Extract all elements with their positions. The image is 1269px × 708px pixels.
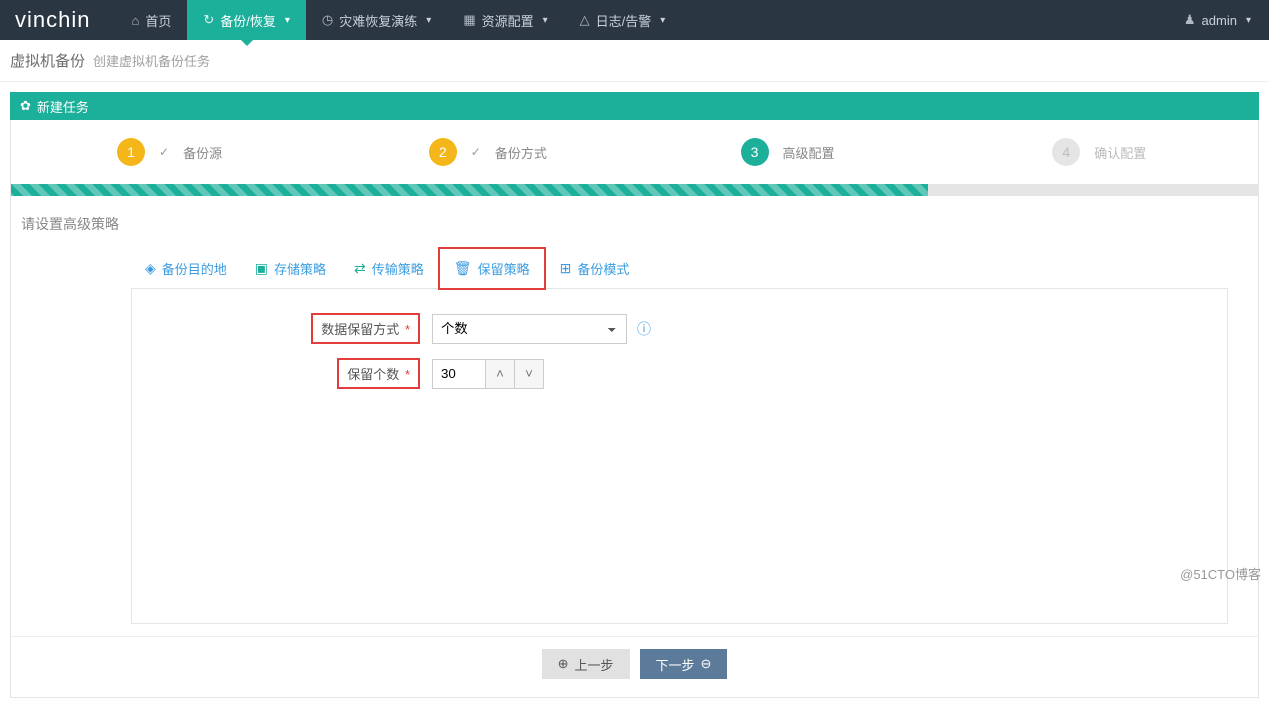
breadcrumb: 虚拟机备份 创建虚拟机备份任务 bbox=[0, 40, 1269, 82]
bell-icon: △ bbox=[580, 12, 590, 28]
chevron-up-icon: ˄ bbox=[496, 366, 504, 381]
required-marker: * bbox=[405, 367, 410, 382]
retain-mode-select[interactable]: 个数 bbox=[432, 314, 627, 344]
step-label: 高级配置 bbox=[783, 143, 835, 162]
step-label: 备份源 bbox=[183, 143, 222, 162]
nav-backup[interactable]: ↻ 备份/恢复 ▾ bbox=[187, 0, 306, 40]
watermark: @51CTO博客 bbox=[1180, 564, 1261, 583]
tab-storage[interactable]: ▣ 存储策略 bbox=[241, 249, 340, 288]
retain-count-input[interactable] bbox=[432, 359, 486, 389]
wizard-stepper: 1 ✓ 备份源 2 ✓ 备份方式 3 高级配置 4 确认配置 bbox=[11, 120, 1258, 184]
retain-count-label: 保留个数 bbox=[347, 367, 399, 382]
step-4: 4 确认配置 bbox=[946, 138, 1258, 166]
nav-resource[interactable]: ▦ 资源配置 ▾ bbox=[447, 0, 563, 40]
nav-home-label: 首页 bbox=[145, 11, 171, 30]
nav-log-label: 日志/告警 bbox=[596, 11, 652, 30]
chevron-down-icon: ▾ bbox=[543, 15, 548, 26]
prev-label: 上一步 bbox=[574, 655, 613, 674]
nav-backup-label: 备份/恢复 bbox=[220, 11, 276, 30]
wizard-footer: ⊕ 上一步 下一步 ⊖ bbox=[11, 636, 1258, 697]
gear-icon: ✿ bbox=[20, 98, 31, 114]
chevron-down-icon: ▾ bbox=[1246, 15, 1251, 26]
tab-label: 备份目的地 bbox=[162, 259, 227, 278]
progress-bar bbox=[11, 184, 1258, 196]
chevron-down-icon: ▾ bbox=[285, 15, 290, 26]
tab-label: 存储策略 bbox=[274, 259, 326, 278]
tab-retain[interactable]: 🗑 保留策略 bbox=[438, 247, 546, 290]
arrow-left-icon: ⊕ bbox=[558, 656, 569, 672]
panel-title-text: 新建任务 bbox=[37, 97, 89, 116]
step-number: 4 bbox=[1052, 138, 1080, 166]
step-label: 备份方式 bbox=[495, 143, 547, 162]
nav-dr[interactable]: ◷ 灾难恢复演练 ▾ bbox=[306, 0, 447, 40]
chevron-down-icon: ▾ bbox=[426, 15, 431, 26]
tab-label: 备份模式 bbox=[577, 259, 629, 278]
step-1: 1 ✓ 备份源 bbox=[11, 138, 323, 166]
step-number: 1 bbox=[117, 138, 145, 166]
step-2: 2 ✓ 备份方式 bbox=[323, 138, 635, 166]
check-icon: ✓ bbox=[159, 145, 169, 159]
trash-icon: 🗑 bbox=[454, 260, 472, 277]
transfer-icon: ⇄ bbox=[354, 260, 366, 277]
tab-mode[interactable]: ⊞ 备份模式 bbox=[546, 249, 644, 288]
clock-icon: ◷ bbox=[322, 12, 333, 28]
breadcrumb-sub: 创建虚拟机备份任务 bbox=[93, 51, 210, 70]
prev-button[interactable]: ⊕ 上一步 bbox=[542, 649, 630, 679]
nav-home[interactable]: ⌂ 首页 bbox=[115, 0, 187, 40]
pin-icon: ◈ bbox=[145, 260, 156, 277]
tab-label: 保留策略 bbox=[478, 259, 530, 278]
step-label: 确认配置 bbox=[1094, 143, 1146, 162]
chevron-down-icon: ˅ bbox=[525, 366, 533, 381]
top-navbar: vinchin ⌂ 首页 ↻ 备份/恢复 ▾ ◷ 灾难恢复演练 ▾ ▦ 资源配置… bbox=[0, 0, 1269, 40]
next-label: 下一步 bbox=[656, 655, 695, 674]
step-3: 3 高级配置 bbox=[635, 138, 947, 166]
spin-up-button[interactable]: ˄ bbox=[485, 359, 515, 389]
user-icon: ♟ bbox=[1184, 12, 1196, 28]
user-menu[interactable]: ♟ admin ▾ bbox=[1166, 12, 1269, 28]
grid-icon: ⊞ bbox=[560, 260, 572, 277]
check-icon: ✓ bbox=[471, 145, 481, 159]
section-title: 请设置高级策略 bbox=[21, 214, 1248, 234]
hdd-icon: ▣ bbox=[255, 260, 268, 277]
refresh-icon: ↻ bbox=[203, 12, 214, 28]
tab-destination[interactable]: ◈ 备份目的地 bbox=[131, 249, 241, 288]
spin-down-button[interactable]: ˅ bbox=[514, 359, 544, 389]
chevron-down-icon: ▾ bbox=[660, 15, 665, 26]
arrow-right-icon: ⊖ bbox=[701, 656, 712, 672]
nav-log[interactable]: △ 日志/告警 ▾ bbox=[564, 0, 682, 40]
user-name: admin bbox=[1202, 13, 1237, 28]
step-number: 2 bbox=[429, 138, 457, 166]
inner-tabs: ◈ 备份目的地 ▣ 存储策略 ⇄ 传输策略 🗑 保留策略 bbox=[131, 248, 1228, 288]
retain-mode-label: 数据保留方式 bbox=[321, 322, 399, 337]
required-marker: * bbox=[405, 322, 410, 337]
grid-icon: ▦ bbox=[463, 12, 475, 28]
step-number: 3 bbox=[741, 138, 769, 166]
nav-resource-label: 资源配置 bbox=[482, 11, 534, 30]
breadcrumb-main: 虚拟机备份 bbox=[10, 50, 85, 71]
row-retain-mode: 数据保留方式 * 个数 ⓘ bbox=[132, 313, 1227, 344]
brand-logo: vinchin bbox=[0, 7, 115, 33]
tab-label: 传输策略 bbox=[372, 259, 424, 278]
nav-dr-label: 灾难恢复演练 bbox=[339, 11, 417, 30]
next-button[interactable]: 下一步 ⊖ bbox=[640, 649, 728, 679]
row-retain-count: 保留个数 * ˄ ˅ bbox=[132, 358, 1227, 389]
tab-transfer[interactable]: ⇄ 传输策略 bbox=[340, 249, 438, 288]
info-icon[interactable]: ⓘ bbox=[637, 319, 651, 339]
panel-header: ✿ 新建任务 bbox=[10, 92, 1259, 120]
home-icon: ⌂ bbox=[131, 13, 139, 28]
